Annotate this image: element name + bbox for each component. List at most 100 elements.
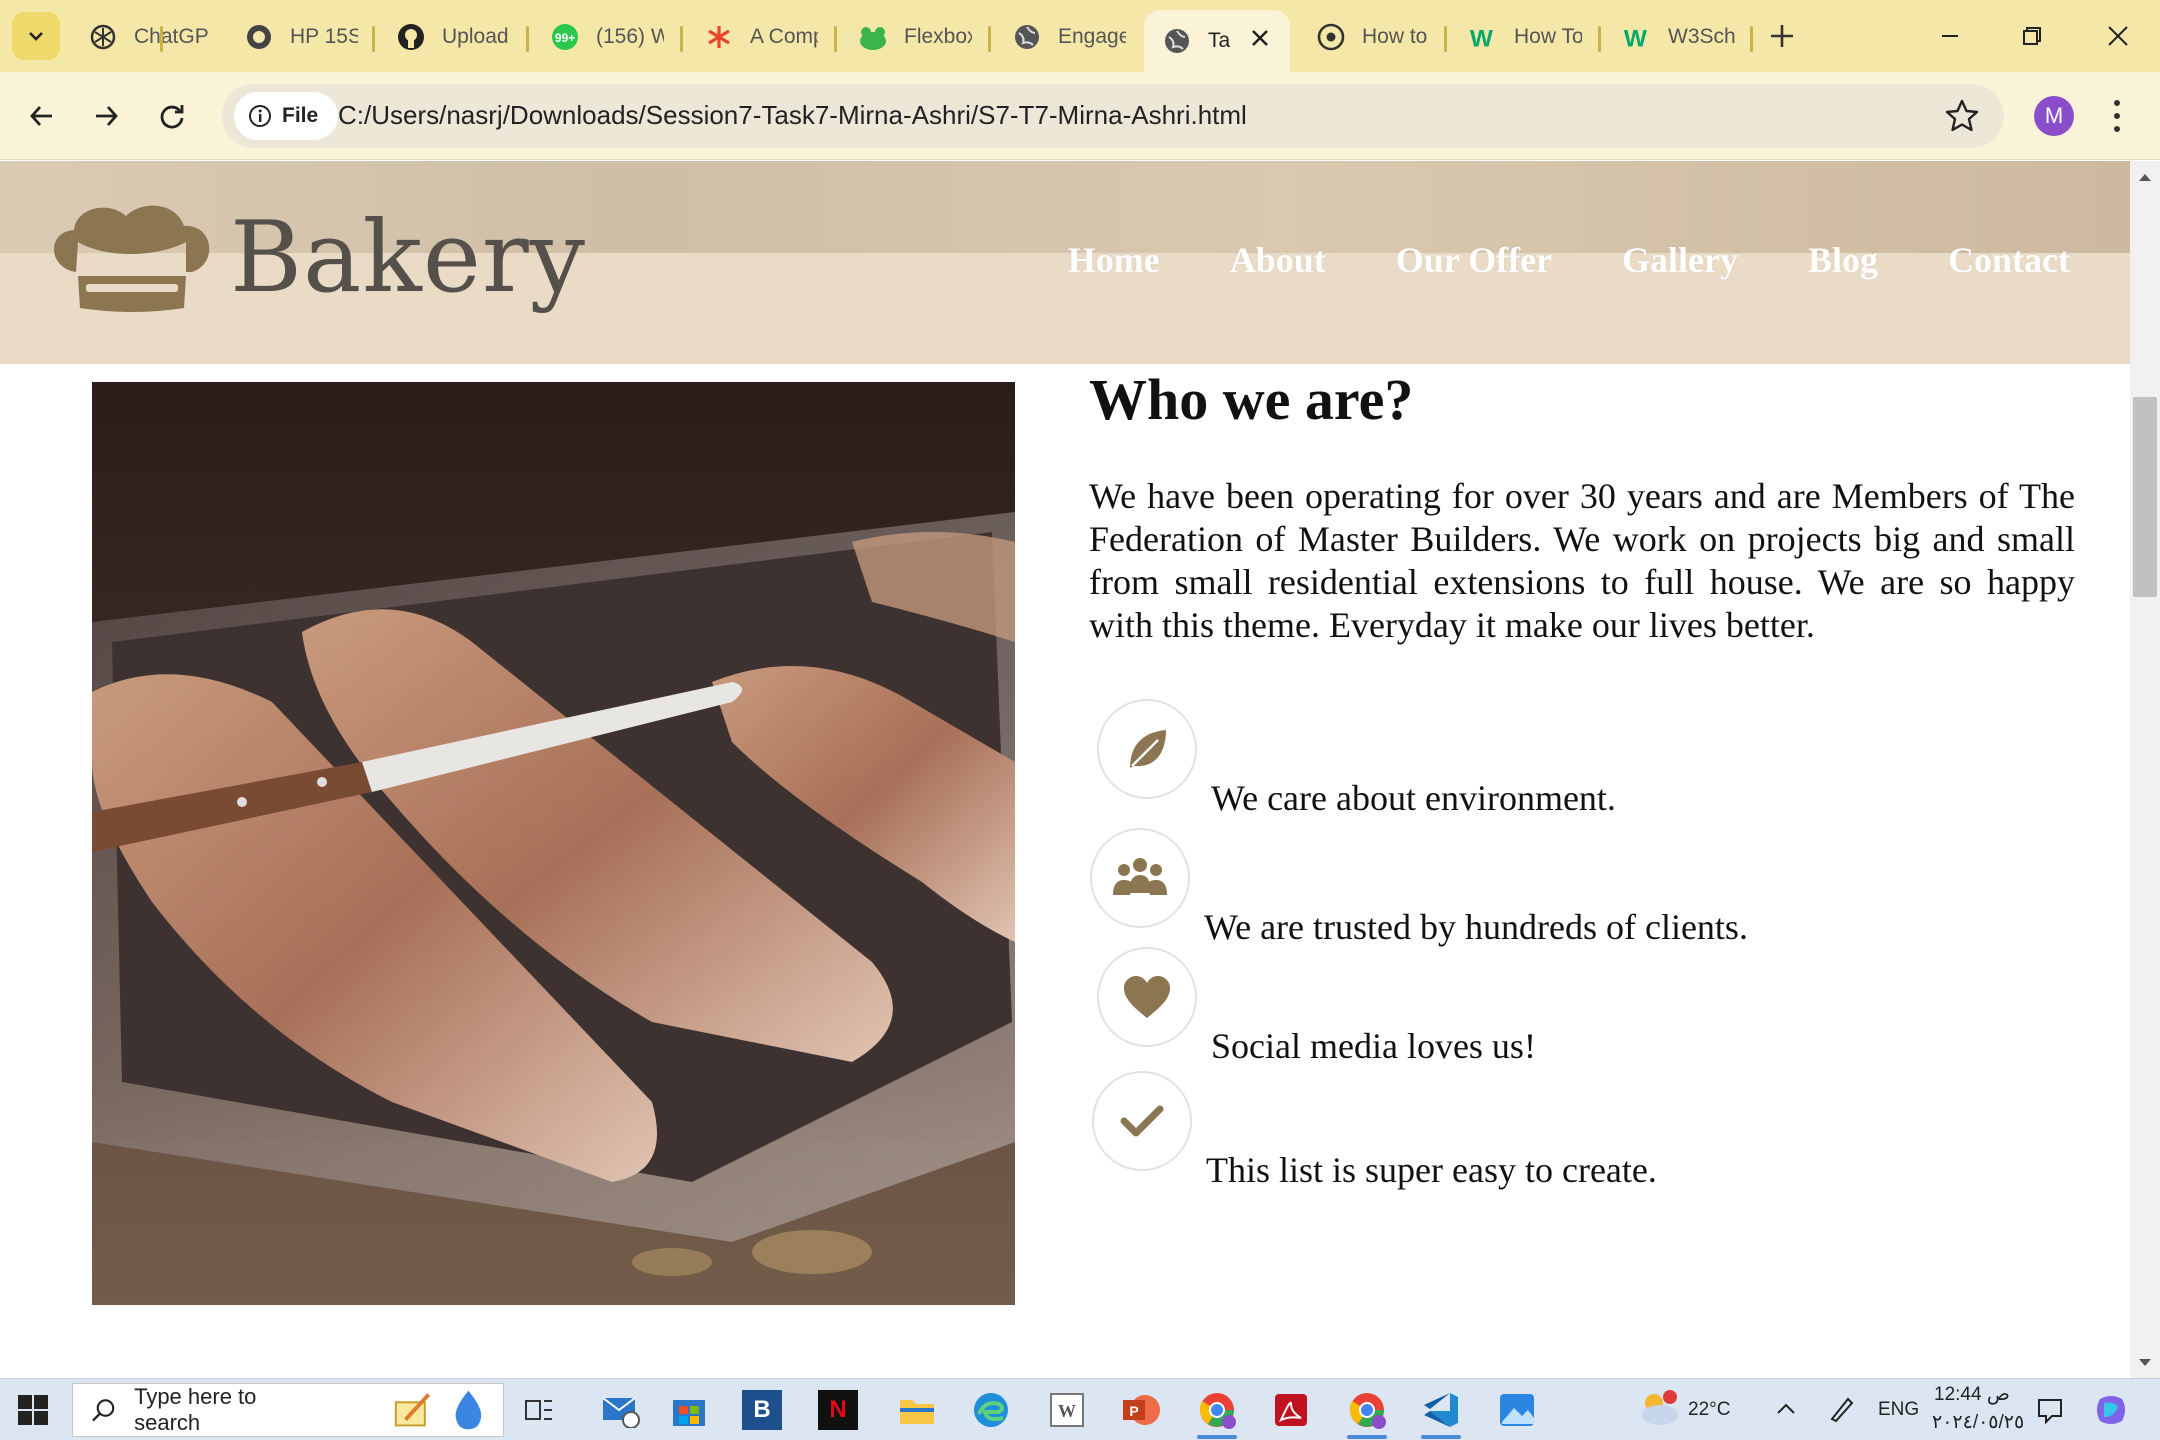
users-icon: [1090, 828, 1190, 928]
tab-whatsapp[interactable]: 99+ (156) W: [532, 10, 664, 64]
restore-icon: [2023, 27, 2041, 45]
github-icon: [396, 22, 426, 52]
tab-active[interactable]: Ta: [1144, 10, 1290, 72]
tab-chatgpt[interactable]: ChatGP: [70, 10, 210, 64]
notification-icon[interactable]: [2036, 1397, 2064, 1425]
nav-home[interactable]: Home: [1068, 239, 1160, 281]
file-explorer-app[interactable]: [894, 1387, 940, 1433]
folder-icon: [900, 1400, 934, 1424]
bookmark-star-icon[interactable]: [1944, 98, 1980, 134]
restore-button[interactable]: [1992, 8, 2072, 64]
pen-icon[interactable]: [1828, 1395, 1854, 1423]
taskbar-search-placeholder: Type here to search: [134, 1384, 257, 1435]
url-text[interactable]: C:/Users/nasrj/Downloads/Session7-Task7-…: [338, 100, 1247, 131]
site-logo[interactable]: Bakery: [46, 201, 586, 315]
copilot-icon[interactable]: [2094, 1393, 2128, 1427]
input-language[interactable]: ENG: [1878, 1399, 1919, 1421]
temperature[interactable]: 22°C: [1688, 1399, 1730, 1421]
openai-icon: [88, 22, 118, 52]
tab-title: How To: [1514, 25, 1582, 48]
windows-start-icon[interactable]: [18, 1395, 48, 1425]
water-drop-icon: [455, 1390, 482, 1430]
edge-app[interactable]: [968, 1387, 1014, 1433]
tab-title: HP 15S: [290, 25, 358, 48]
tab-w3schools[interactable]: W W3Sch: [1604, 10, 1736, 64]
svg-text:W: W: [1470, 25, 1493, 51]
tab-title: A Comp: [750, 25, 818, 48]
close-window-button[interactable]: [2078, 8, 2158, 64]
close-icon[interactable]: [1246, 24, 1274, 52]
browser-menu-button[interactable]: [2102, 94, 2132, 138]
tab-separator: [1750, 26, 1753, 52]
chrome-profile-m-app[interactable]: [1344, 1387, 1390, 1433]
asterisk-icon: [704, 22, 734, 52]
tab-flexbox[interactable]: Flexbox: [840, 10, 972, 64]
tab-title: Engage: [1058, 25, 1126, 48]
about-paragraph: We have been operating for over 30 years…: [1089, 476, 2075, 645]
site-info-chip[interactable]: File: [234, 92, 338, 140]
globe-icon: [1162, 26, 1192, 56]
tab-how-to-w3[interactable]: W How To: [1450, 10, 1582, 64]
nav-blog[interactable]: Blog: [1808, 239, 1878, 281]
scroll-down-icon[interactable]: [2137, 1355, 2153, 1371]
active-app-indicator: [1197, 1435, 1237, 1439]
back-button[interactable]: [16, 90, 68, 142]
tab-search-button[interactable]: [12, 12, 60, 60]
tab-how-to[interactable]: How to: [1298, 10, 1430, 64]
w3-icon: W: [1622, 22, 1652, 52]
heart-icon: [1097, 947, 1197, 1047]
tab-hp[interactable]: HP 15S: [226, 10, 358, 64]
feature-text: Social media loves us!: [1211, 1026, 1536, 1066]
chrome-icon: [1199, 1393, 1236, 1429]
chrome-icon: [1349, 1393, 1386, 1429]
scroll-up-icon[interactable]: [2137, 169, 2153, 185]
acrobat-app[interactable]: [1268, 1387, 1314, 1433]
minimize-icon: [1942, 35, 1958, 37]
new-tab-button[interactable]: [1764, 18, 1800, 54]
tab-engage[interactable]: Engage: [994, 10, 1126, 64]
nav-our-offer[interactable]: Our Offer: [1396, 239, 1552, 281]
powerpoint-app[interactable]: P: [1118, 1387, 1164, 1433]
page-scrollbar[interactable]: [2130, 161, 2160, 1378]
photos-app[interactable]: [1494, 1387, 1540, 1433]
chrome-profile-j-app[interactable]: [1194, 1387, 1240, 1433]
address-bar[interactable]: File C:/Users/nasrj/Downloads/Session7-T…: [222, 84, 2004, 148]
clock-date[interactable]: ٢٠٢٤/٠٥/٢٥: [1932, 1411, 2024, 1434]
vscode-icon: [1424, 1393, 1458, 1427]
wordpad-app[interactable]: W: [1044, 1387, 1090, 1433]
forward-button[interactable]: [80, 90, 132, 142]
netflix-app[interactable]: N: [818, 1390, 858, 1430]
mail-app[interactable]: [598, 1387, 644, 1433]
tab-a-comp[interactable]: A Comp: [686, 10, 818, 64]
minimize-button[interactable]: [1910, 8, 1990, 64]
globe-icon: [1012, 22, 1042, 52]
tab-separator: [680, 26, 683, 52]
booking-app[interactable]: B: [742, 1390, 782, 1430]
task-view-button[interactable]: [516, 1387, 562, 1433]
tab-title: How to: [1362, 25, 1428, 48]
svg-text:P: P: [1129, 1403, 1138, 1419]
chevron-up-icon[interactable]: [1776, 1401, 1796, 1417]
profile-avatar[interactable]: M: [2034, 96, 2074, 136]
nav-contact[interactable]: Contact: [1948, 239, 2070, 281]
netflix-icon: N: [829, 1396, 847, 1423]
scrollbar-thumb[interactable]: [2133, 397, 2157, 597]
chef-hat-icon: [53, 205, 210, 312]
vscode-app[interactable]: [1418, 1387, 1464, 1433]
photos-icon: [1500, 1394, 1534, 1426]
weather-icon: [1642, 1390, 1678, 1425]
mail-icon: [602, 1397, 640, 1428]
powerpoint-icon: P: [1123, 1395, 1160, 1425]
nav-about[interactable]: About: [1230, 239, 1326, 281]
reload-button[interactable]: [146, 90, 198, 142]
tab-separator: [834, 26, 837, 52]
store-app[interactable]: [666, 1387, 712, 1433]
clock-time[interactable]: 12:44 ص: [1934, 1383, 2010, 1406]
whatsapp-icon: 99+: [550, 22, 580, 52]
tab-title: (156) W: [596, 25, 664, 48]
active-app-indicator: [1347, 1435, 1387, 1439]
tab-github[interactable]: Upload: [378, 10, 510, 64]
nav-gallery[interactable]: Gallery: [1622, 239, 1738, 281]
taskbar-search-box[interactable]: Type here to search: [72, 1383, 504, 1437]
close-icon: [2108, 26, 2128, 46]
